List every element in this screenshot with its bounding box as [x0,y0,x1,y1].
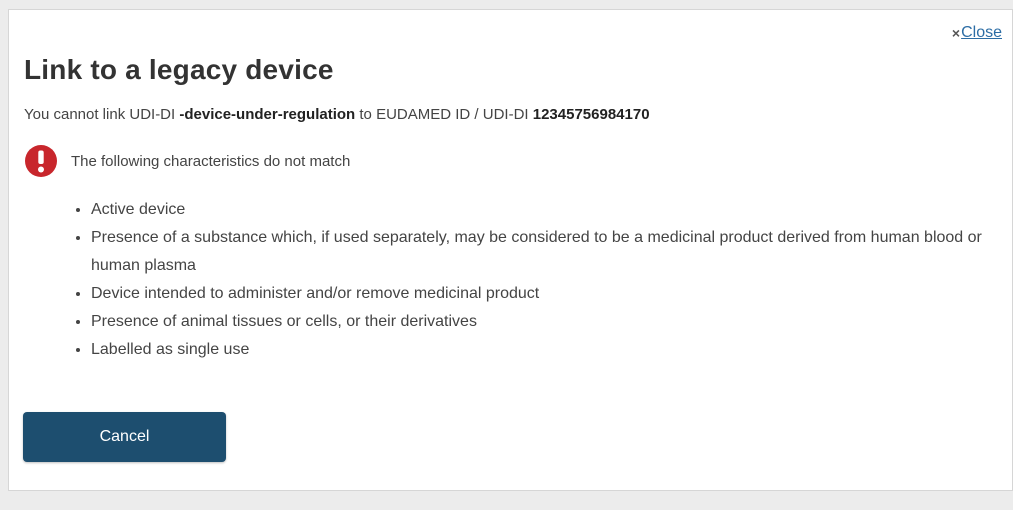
mismatch-list: Active device Presence of a substance wh… [67,196,1011,364]
eudamed-id-value: 12345756984170 [532,106,650,123]
message-prefix: You cannot link UDI-DI [24,106,180,123]
list-item: Presence of a substance which, if used s… [91,224,1011,280]
mismatch-warning: The following characteristics do not mat… [24,144,350,178]
list-item: Presence of animal tissues or cells, or … [91,308,1011,336]
close-icon: × [951,25,961,41]
list-item: Labelled as single use [91,336,1011,364]
warning-text: The following characteristics do not mat… [71,152,351,170]
link-error-message: You cannot link UDI-DI -device-under-reg… [24,106,650,123]
exclamation-circle-icon [25,145,57,177]
close-button[interactable]: × Close [952,24,1002,42]
dialog-title: Link to a legacy device [24,54,334,85]
list-item: Active device [91,196,1011,224]
link-legacy-device-dialog: × Close Link to a legacy device You cann… [8,9,1013,491]
message-middle: to EUDAMED ID / UDI-DI [355,106,533,123]
list-item: Device intended to administer and/or rem… [91,280,1011,308]
udi-di-value: -device-under-regulation [179,106,356,123]
cancel-button[interactable]: Cancel [23,412,226,462]
close-label[interactable]: Close [961,24,1002,42]
